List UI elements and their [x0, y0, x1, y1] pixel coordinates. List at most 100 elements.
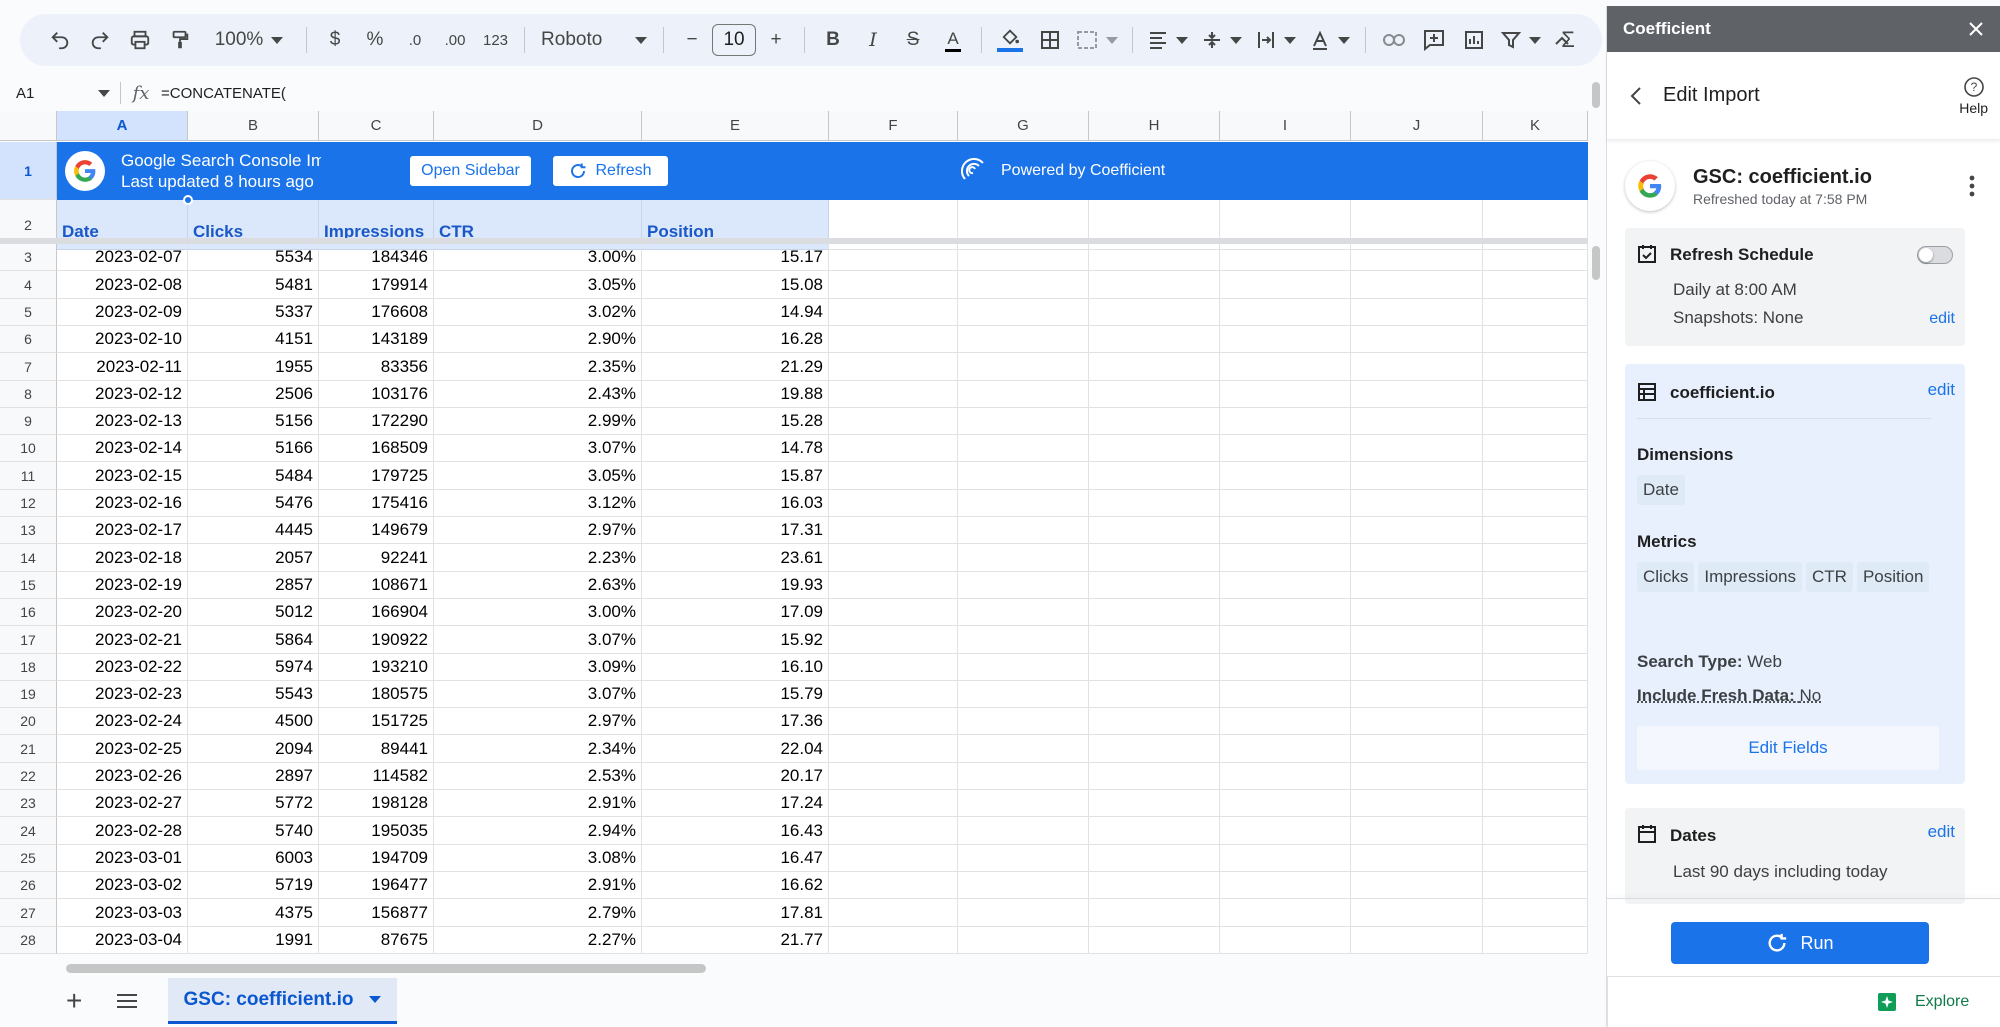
row-header[interactable]: 11	[0, 462, 57, 490]
cell[interactable]	[829, 708, 958, 735]
cell[interactable]	[1351, 899, 1483, 927]
scrollbar-thumb[interactable]	[1592, 246, 1600, 280]
cell[interactable]: 2.90%	[434, 326, 642, 353]
cell[interactable]: 21.77	[642, 927, 829, 954]
cell[interactable]: 2023-03-02	[57, 872, 188, 899]
cell[interactable]: 156877	[319, 899, 434, 927]
row-header[interactable]: 21	[0, 735, 57, 763]
cell[interactable]	[1351, 544, 1483, 572]
cell[interactable]: 195035	[319, 817, 434, 845]
column-header[interactable]: F	[829, 111, 958, 141]
cell[interactable]: 21.29	[642, 353, 829, 381]
cell[interactable]	[1483, 517, 1588, 544]
cell[interactable]	[1351, 763, 1483, 790]
cell[interactable]: 5484	[188, 462, 319, 490]
cell[interactable]: 2023-02-22	[57, 654, 188, 681]
cell[interactable]	[1483, 572, 1588, 599]
column-header[interactable]: H	[1089, 111, 1220, 141]
selection-handle[interactable]	[183, 195, 193, 205]
cell[interactable]	[1483, 381, 1588, 408]
cell[interactable]: 16.10	[642, 654, 829, 681]
cell[interactable]: 14.94	[642, 299, 829, 326]
cell[interactable]: 5337	[188, 299, 319, 326]
cell[interactable]	[1089, 763, 1220, 790]
cell[interactable]: 2857	[188, 572, 319, 599]
row-header[interactable]: 22	[0, 763, 57, 790]
cell[interactable]	[1220, 599, 1351, 626]
cell[interactable]	[958, 872, 1089, 899]
cell[interactable]: 15.92	[642, 626, 829, 654]
cell[interactable]: 2023-02-26	[57, 763, 188, 790]
number-format-button[interactable]: 123	[477, 20, 514, 60]
cell[interactable]	[829, 654, 958, 681]
merge-cells-icon[interactable]	[1072, 20, 1122, 60]
cell[interactable]: 2.97%	[434, 708, 642, 735]
cell[interactable]: 2.35%	[434, 353, 642, 381]
decrease-decimal-button[interactable]: .0	[397, 20, 433, 60]
cell[interactable]: 17.24	[642, 790, 829, 817]
schedule-edit-link[interactable]: edit	[1929, 310, 1955, 328]
cell[interactable]	[1351, 299, 1483, 326]
cell[interactable]	[1351, 572, 1483, 599]
cell[interactable]	[958, 299, 1089, 326]
column-header[interactable]: I	[1220, 111, 1351, 141]
row-header[interactable]: 17	[0, 626, 57, 654]
cell[interactable]: 3.07%	[434, 681, 642, 708]
cell[interactable]	[1483, 299, 1588, 326]
fill-color-icon[interactable]	[992, 20, 1028, 60]
cell[interactable]	[1089, 626, 1220, 654]
cell[interactable]	[1089, 845, 1220, 872]
cell[interactable]	[1483, 462, 1588, 490]
cell[interactable]: 2023-02-18	[57, 544, 188, 572]
cell[interactable]	[1220, 408, 1351, 435]
cell[interactable]	[958, 626, 1089, 654]
cell[interactable]	[1220, 681, 1351, 708]
text-rotation-icon[interactable]	[1305, 20, 1355, 60]
cell[interactable]: 19.88	[642, 381, 829, 408]
row-header[interactable]: 6	[0, 326, 57, 353]
cell[interactable]: 3.07%	[434, 435, 642, 462]
cell[interactable]	[958, 599, 1089, 626]
font-select[interactable]: Roboto	[535, 20, 653, 60]
cell[interactable]: 143189	[319, 326, 434, 353]
cell[interactable]	[1483, 599, 1588, 626]
cell[interactable]: 2023-02-13	[57, 408, 188, 435]
cell[interactable]: 5543	[188, 681, 319, 708]
cell[interactable]: 2023-02-17	[57, 517, 188, 544]
redo-icon[interactable]	[82, 20, 118, 60]
row-header[interactable]: 27	[0, 899, 57, 927]
cell[interactable]	[1351, 735, 1483, 763]
link-icon[interactable]	[1376, 20, 1412, 60]
cell[interactable]	[1483, 708, 1588, 735]
cell[interactable]: 2023-02-08	[57, 271, 188, 299]
cell[interactable]	[1483, 626, 1588, 654]
cell[interactable]	[1089, 599, 1220, 626]
cell[interactable]: 15.17	[642, 244, 829, 271]
cell[interactable]: 17.31	[642, 517, 829, 544]
cell[interactable]: 175416	[319, 490, 434, 517]
currency-format-button[interactable]: $	[317, 20, 353, 60]
cell[interactable]	[829, 845, 958, 872]
cell[interactable]	[1220, 763, 1351, 790]
cell[interactable]: 15.87	[642, 462, 829, 490]
cell[interactable]: 184346	[319, 244, 434, 271]
cell[interactable]: 5974	[188, 654, 319, 681]
cell[interactable]: 4151	[188, 326, 319, 353]
cell[interactable]	[1351, 490, 1483, 517]
cell[interactable]	[1220, 326, 1351, 353]
cell[interactable]	[829, 326, 958, 353]
text-color-button[interactable]: A	[935, 20, 971, 60]
decrease-font-size-button[interactable]: −	[674, 20, 710, 60]
cell[interactable]	[1089, 654, 1220, 681]
cell[interactable]	[1483, 735, 1588, 763]
collapse-toolbar-icon[interactable]	[1544, 20, 1580, 60]
cell[interactable]: 4445	[188, 517, 319, 544]
cell[interactable]	[1220, 462, 1351, 490]
cell[interactable]: 2023-02-12	[57, 381, 188, 408]
cell[interactable]: 2.97%	[434, 517, 642, 544]
cell[interactable]: 16.03	[642, 490, 829, 517]
cell[interactable]	[1220, 899, 1351, 927]
cell[interactable]	[1351, 599, 1483, 626]
cell[interactable]	[958, 544, 1089, 572]
sheet-tab-gsc[interactable]: GSC: coefficient.io	[168, 978, 397, 1024]
